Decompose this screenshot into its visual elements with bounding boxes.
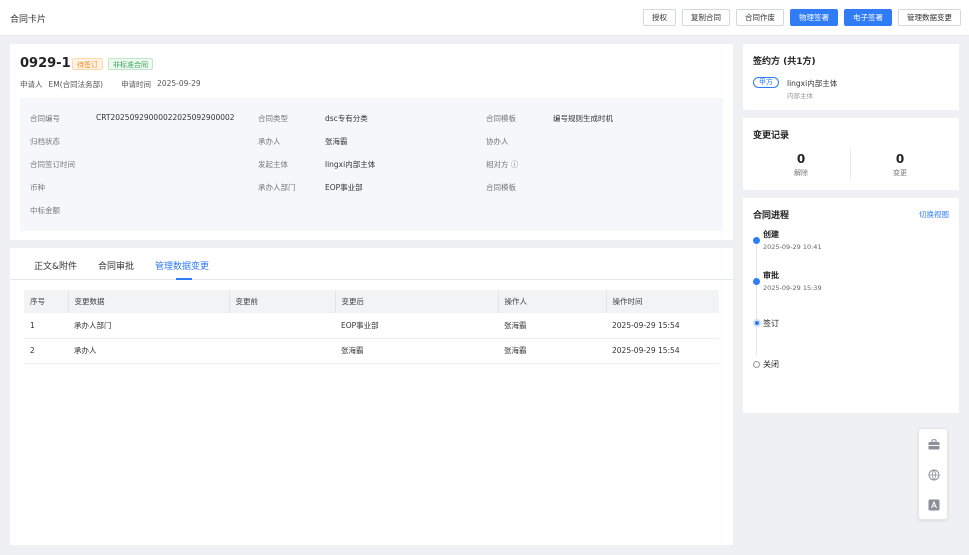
change-record-title: 变更记录	[753, 131, 790, 141]
table-header-row: 序号 变更数据 变更前 变更后 操作人 操作时间	[24, 290, 719, 313]
change-label: 变更	[893, 169, 907, 177]
apply-time-label: 申请时间	[121, 80, 152, 89]
contract-template-label: 合同模板	[486, 114, 516, 123]
counterparty-label[interactable]: 相对方 ⓘ	[486, 159, 518, 170]
step-dot-done	[753, 278, 760, 285]
terminate-count: 0	[796, 152, 806, 166]
change-count: 0	[895, 152, 905, 166]
change-record-card: 变更记录 0 解除 0 变更	[743, 118, 959, 190]
cell-operate-time: 2025-09-29 15:54	[606, 338, 719, 364]
translate-icon[interactable]	[927, 468, 940, 481]
col-operator: 操作人	[498, 290, 607, 313]
sign-time-label: 合同签订时间	[30, 160, 75, 169]
font-icon[interactable]	[927, 498, 940, 511]
tab-body-attachments[interactable]: 正文&附件	[34, 259, 77, 272]
cell-change-field: 承办人	[68, 338, 229, 364]
col-before: 变更前	[229, 290, 336, 313]
step-dot-current	[752, 319, 761, 327]
contract-main-panel: 0929-1 待签订 非标准合同 申请人 EM(合同法务部) 申请时间 2025…	[10, 44, 733, 545]
step-sign-name: 签订	[763, 319, 779, 328]
handler-label: 承办人	[258, 137, 281, 146]
physical-sign-button[interactable]: 物理签署	[790, 9, 838, 26]
tab-manage-data-change[interactable]: 管理数据变更	[155, 259, 209, 272]
contract-code-label: 合同编号	[30, 114, 60, 123]
handler-dept-label: 承办人部门	[258, 183, 296, 192]
top-bar: 合同卡片 授权 复制合同 合同作废 物理签署 电子签署 管理数据变更	[0, 0, 969, 36]
applicant-label: 申请人	[20, 80, 43, 89]
tab-bar: 正文&附件 合同审批 管理数据变更	[10, 248, 733, 280]
step-dot-done	[753, 237, 760, 244]
contract-type-value: dsc专有分类	[325, 114, 368, 123]
applicant-value: EM(合同法务部)	[48, 80, 104, 89]
step-dot-pending	[753, 361, 760, 368]
floating-toolbar	[918, 428, 948, 520]
contract-type-badge: 非标准合同	[108, 58, 153, 70]
cell-operator: 张海霸	[498, 313, 606, 339]
handler-value: 张海霸	[325, 137, 348, 146]
authorize-button[interactable]: 授权	[643, 9, 676, 26]
cell-after: 张海霸	[335, 338, 498, 364]
cell-before	[229, 338, 335, 364]
manage-data-change-button[interactable]: 管理数据变更	[898, 9, 961, 26]
change-stat[interactable]: 0 变更	[850, 152, 950, 178]
cell-change-field: 承办人部门	[68, 313, 229, 339]
co-handler-label: 协办人	[486, 137, 509, 146]
cell-index: 1	[24, 313, 68, 339]
contract-code-value: CRT20250929000022025092900002	[96, 113, 235, 122]
electronic-sign-button[interactable]: 电子签署	[844, 9, 892, 26]
tab-active-indicator	[176, 278, 192, 280]
contract-type-label: 合同类型	[258, 114, 288, 123]
cell-after: EOP事业部	[335, 313, 498, 339]
progress-title: 合同进程	[753, 211, 790, 221]
status-badge: 待签订	[72, 58, 103, 70]
contract-template-value: 编号规则生成时机	[553, 114, 613, 123]
table-row: 2 承办人 张海霸 张海霸 2025-09-29 15:54	[24, 338, 719, 364]
bid-amount-label: 中标金额	[30, 206, 60, 215]
contract-progress-card: 合同进程 切换视图 创建 2025-09-29 10:41 审批 2025-09…	[743, 198, 959, 413]
col-operate-time: 操作时间	[606, 290, 719, 313]
cell-operator: 张海霸	[498, 338, 606, 364]
col-after: 变更后	[335, 290, 499, 313]
archive-status-label: 归档状态	[30, 137, 60, 146]
party-role-badge: 甲方	[753, 77, 779, 88]
apply-time-value: 2025-09-29	[157, 79, 201, 88]
step-approve-time: 2025-09-29 15:39	[763, 284, 822, 292]
col-change-field: 变更数据	[68, 290, 230, 313]
initiator-label: 发起主体	[258, 160, 288, 169]
step-approve-name: 审批	[763, 271, 779, 280]
switch-view-link[interactable]: 切换视图	[919, 209, 949, 220]
copy-contract-button[interactable]: 复制合同	[682, 9, 730, 26]
tab-contract-approval[interactable]: 合同审批	[98, 259, 134, 272]
contract-number: 0929-1	[20, 56, 71, 71]
cell-index: 2	[24, 338, 68, 364]
currency-label: 币种	[30, 183, 45, 192]
contract-meta: 申请人 EM(合同法务部) 申请时间 2025-09-29	[20, 79, 201, 90]
party-name: lingxi内部主体	[787, 79, 838, 88]
initiator-value: lingxi内部主体	[325, 160, 376, 169]
void-contract-button[interactable]: 合同作废	[736, 9, 784, 26]
contract-info-grid: 合同编号 CRT20250929000022025092900002 归档状态 …	[20, 98, 723, 231]
action-bar: 授权 复制合同 合同作废 物理签署 电子签署 管理数据变更	[643, 9, 961, 26]
timeline-line	[756, 238, 757, 355]
table-row: 1 承办人部门 EOP事业部 张海霸 2025-09-29 15:54	[24, 313, 719, 339]
page-title: 合同卡片	[10, 15, 47, 25]
step-close-name: 关闭	[763, 360, 779, 369]
terminate-stat[interactable]: 0 解除	[751, 152, 851, 178]
party-subtitle: 内部主体	[787, 92, 813, 100]
step-create-time: 2025-09-29 10:41	[763, 243, 822, 251]
section-divider	[10, 240, 733, 248]
signers-card: 签约方 (共1方) 甲方 lingxi内部主体 内部主体	[743, 44, 959, 110]
briefcase-icon[interactable]	[927, 438, 940, 451]
change-table: 序号 变更数据 变更前 变更后 操作人 操作时间 1 承办人部门 EOP事业部 …	[24, 290, 719, 364]
contract-template-2-label: 合同模板	[486, 183, 516, 192]
handler-dept-value: EOP事业部	[325, 183, 363, 192]
col-index: 序号	[24, 290, 69, 313]
terminate-label: 解除	[794, 169, 808, 177]
cell-operate-time: 2025-09-29 15:54	[606, 313, 719, 339]
cell-before	[229, 313, 335, 339]
signers-title: 签约方 (共1方)	[753, 57, 816, 67]
step-create-name: 创建	[763, 230, 779, 239]
